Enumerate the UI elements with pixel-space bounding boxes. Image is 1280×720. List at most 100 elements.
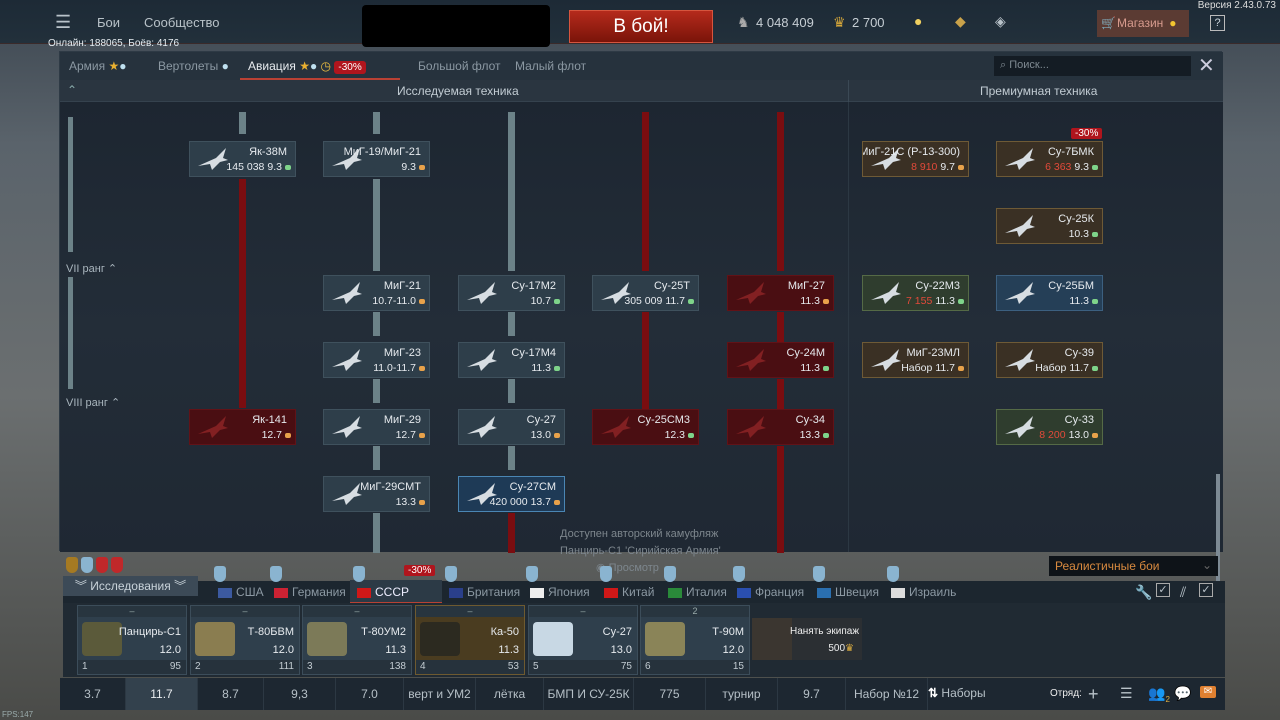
vehicle-card[interactable]: Су-7БМК 6 363 9.3: [996, 141, 1103, 177]
vehicle-card[interactable]: МиГ-27 11.3: [727, 275, 834, 311]
wrench-icon[interactable]: 🔧: [1135, 584, 1152, 601]
battle-rating: 11.3: [800, 295, 820, 307]
preset-tab[interactable]: верт и УМ2: [404, 678, 476, 710]
aircraft-icon: [198, 148, 228, 170]
preset-tab[interactable]: 775: [634, 678, 706, 710]
aircraft-icon: [1005, 148, 1035, 170]
nation-tab[interactable]: Япония: [530, 585, 590, 599]
preset-tab[interactable]: 9,3: [264, 678, 336, 710]
vehicle-card[interactable]: МиГ-29СМТ 13.3: [323, 476, 430, 512]
crew-slot[interactable]: – Т-80УМ2 11.3 3 138: [302, 605, 412, 675]
vehicle-card[interactable]: Су-25СМ3 12.3: [592, 409, 699, 445]
nation-tab[interactable]: Германия: [274, 585, 346, 599]
game-mode-select[interactable]: Реалистичные бои ⌄: [1049, 556, 1218, 576]
battle-rating: 13.0: [1068, 429, 1089, 441]
vehicle-card[interactable]: МиГ-23 11.0-11.7: [323, 342, 430, 378]
vehicle-card[interactable]: Су-39 Набор 11.7: [996, 342, 1103, 378]
vehicle-card[interactable]: МиГ-23МЛ Набор 11.7: [862, 342, 969, 378]
nation-tab[interactable]: Италия: [668, 585, 727, 599]
nation-tab[interactable]: Швеция: [817, 585, 879, 599]
preset-tab[interactable]: Набор №12: [846, 678, 928, 710]
vehicle-card[interactable]: Су-34 13.3: [727, 409, 834, 445]
flag-icon: [668, 587, 682, 598]
vehicle-card[interactable]: Су-17М4 11.3: [458, 342, 565, 378]
battle-rating: 13.0: [610, 644, 632, 656]
nation-tab[interactable]: Израиль: [891, 585, 956, 599]
battle-pass-icon[interactable]: ◈: [995, 13, 1006, 30]
tab-aviation[interactable]: Авиация ★● ◷ -30%: [248, 59, 366, 74]
crew-slot[interactable]: – Ка-50 11.3 4 53: [415, 605, 525, 675]
tab-army[interactable]: Армия ★●: [69, 59, 127, 73]
vehicle-card[interactable]: Су-25К 10.3: [996, 208, 1103, 244]
vehicle-card[interactable]: Су-33 8 200 13.0: [996, 409, 1103, 445]
presets-button[interactable]: ⇅ Наборы: [928, 686, 986, 700]
to-battle-button[interactable]: В бой!: [569, 10, 713, 43]
golden-eagles-balance[interactable]: 2 700: [852, 15, 885, 30]
crew-slot[interactable]: – Т-80БВМ 12.0 2 111: [190, 605, 300, 675]
friends-icon[interactable]: 👥2: [1148, 685, 1170, 704]
crew-slot[interactable]: – Су-27 13.0 5 75: [528, 605, 638, 675]
battle-rating: 12.7: [395, 429, 416, 441]
crew-slot[interactable]: – Панцирь-С1 12.0 1 95: [77, 605, 187, 675]
vehicle-card[interactable]: Су-22М3 7 155 11.3: [862, 275, 969, 311]
checkbox-ammo[interactable]: ✓: [1199, 583, 1213, 597]
nation-tab[interactable]: СССР: [357, 585, 409, 599]
vehicle-card[interactable]: Су-17М2 10.7: [458, 275, 565, 311]
vehicle-card[interactable]: МиГ-19/МиГ-21 9.3: [323, 141, 430, 177]
vehicle-card[interactable]: МиГ-29 12.7: [323, 409, 430, 445]
menu-battles[interactable]: Бои: [97, 15, 120, 30]
lightbulb-icon[interactable]: ●: [914, 13, 922, 29]
preset-tab[interactable]: 11.7: [126, 678, 198, 710]
chat-icon[interactable]: 💬: [1174, 685, 1191, 702]
preset-tab[interactable]: 8.7: [198, 678, 264, 710]
aircraft-icon: [1005, 282, 1035, 304]
preset-tab[interactable]: 3.7: [60, 678, 126, 710]
nation-tab[interactable]: Британия: [449, 585, 520, 599]
vehicle-card[interactable]: Як-38М 145 038 9.3: [189, 141, 296, 177]
research-badge-icon: [526, 566, 538, 582]
vehicle-card[interactable]: Су-27СМ 420 000 13.7: [458, 476, 565, 512]
silver-lions-balance[interactable]: 4 048 409: [756, 15, 814, 30]
help-button[interactable]: ?: [1210, 15, 1225, 31]
tab-bluewater-fleet[interactable]: Большой флот: [418, 59, 501, 73]
nation-tab[interactable]: Франция: [737, 585, 804, 599]
nation-label: Британия: [467, 585, 521, 599]
mail-icon[interactable]: ✉: [1200, 686, 1216, 698]
preset-tab[interactable]: 7.0: [336, 678, 404, 710]
hamburger-icon[interactable]: ☰: [55, 12, 71, 33]
vehicle-card[interactable]: Як-141 12.7: [189, 409, 296, 445]
hire-crew-button[interactable]: Нанять экипаж 500♛: [752, 618, 862, 660]
vehicle-name: Т-90М: [712, 626, 744, 638]
vehicle-card[interactable]: Су-24М 11.3: [727, 342, 834, 378]
vehicle-card[interactable]: Су-25Т 305 009 11.7: [592, 275, 699, 311]
tab-coastal-fleet[interactable]: Малый флот: [515, 59, 586, 73]
crew-slot[interactable]: 2 Т-90М 12.0 6 15: [640, 605, 750, 675]
view-camo-link[interactable]: ◉ Просмотр: [596, 560, 721, 577]
nation-tab[interactable]: Китай: [604, 585, 654, 599]
nation-tab[interactable]: США: [218, 585, 264, 599]
battle-rating: 12.0: [159, 644, 181, 656]
preset-tab[interactable]: турнир: [706, 678, 778, 710]
vehicle-card[interactable]: Су-25БМ 11.3: [996, 275, 1103, 311]
preset-tab[interactable]: лётка: [476, 678, 544, 710]
close-icon[interactable]: ✕: [1198, 53, 1215, 78]
add-squad-icon[interactable]: +: [1088, 684, 1099, 705]
menu-community[interactable]: Сообщество: [144, 15, 220, 30]
shop-button[interactable]: 🛒 Магазин ●: [1097, 10, 1189, 37]
vehicle-card[interactable]: МиГ-21 10.7-11.0: [323, 275, 430, 311]
research-button[interactable]: ︾ Исследования ︾: [63, 576, 198, 596]
preset-tab[interactable]: БМП И СУ-25К: [544, 678, 634, 710]
connector: [777, 379, 784, 409]
divider: [848, 102, 849, 552]
collapse-icon[interactable]: ⌃: [67, 83, 77, 97]
vehicle-card[interactable]: Су-27 13.0: [458, 409, 565, 445]
list-icon[interactable]: ☰: [1120, 685, 1133, 702]
vehicle-card[interactable]: МиГ-21С (Р-13-300) 8 910 9.7: [862, 141, 969, 177]
ammo-icon[interactable]: ⫽: [1180, 584, 1186, 601]
preset-tab[interactable]: 9.7: [778, 678, 846, 710]
checkbox-repair[interactable]: ✓: [1156, 583, 1170, 597]
rank-diamond-icon[interactable]: ◆: [955, 13, 966, 30]
tab-helicopters[interactable]: Вертолеты ●: [158, 59, 229, 73]
search-input[interactable]: ⌕ Поиск...: [994, 56, 1191, 76]
nation-label: Швеция: [835, 585, 879, 599]
